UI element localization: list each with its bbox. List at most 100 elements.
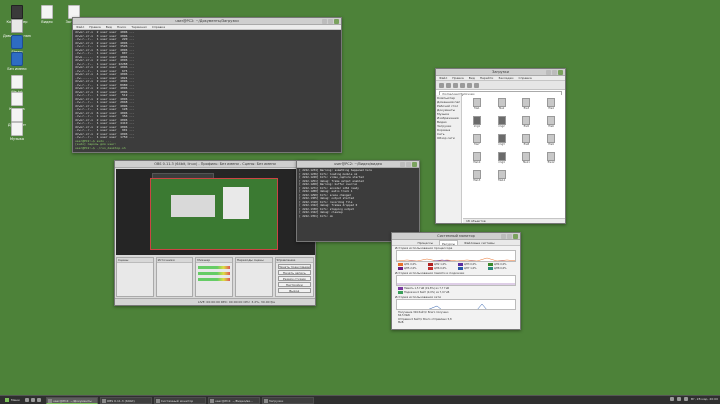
file-manager-launcher-icon[interactable] — [36, 398, 41, 402]
volume-meter[interactable] — [198, 266, 230, 269]
file-item[interactable]: file5 — [515, 115, 539, 132]
taskbar-task-button[interactable]: Системный монитор — [153, 396, 206, 404]
menu-item[interactable]: Вид — [469, 76, 475, 80]
fm-titlebar[interactable]: Загрузки — [436, 69, 565, 76]
file-item[interactable]: file12 — [539, 151, 563, 168]
sidebar-item[interactable]: Обзор сети — [437, 136, 460, 140]
menu-item[interactable]: Перейти — [480, 76, 494, 80]
sysmon-tab[interactable]: Процессы — [417, 240, 433, 245]
cpu-color-swatch[interactable] — [398, 267, 403, 270]
close-button[interactable] — [334, 19, 339, 24]
network-icon[interactable] — [669, 397, 674, 401]
computer-icon[interactable] — [474, 82, 479, 88]
start-menu-button[interactable]: Меню — [2, 397, 23, 404]
terminal-launcher-icon[interactable] — [30, 398, 35, 402]
cpu-color-swatch[interactable] — [398, 263, 403, 266]
terminal2-titlebar[interactable]: user@PC2: ~/Видео/видео — [297, 161, 419, 168]
menu-item[interactable]: Правка — [89, 25, 100, 29]
close-button[interactable] — [558, 70, 563, 75]
file-item[interactable]: file14 — [490, 169, 514, 186]
forward-icon[interactable] — [446, 82, 451, 88]
file-item[interactable]: file4 — [539, 97, 563, 114]
file-item[interactable]: img3 — [490, 133, 514, 150]
file-item[interactable]: file3 — [515, 97, 539, 114]
minimize-button[interactable] — [501, 234, 506, 239]
menu-item[interactable]: Поиск — [117, 25, 127, 29]
terminal2-window[interactable]: user@PC2: ~/Видео/видео [ 2222.1234] War… — [296, 160, 420, 242]
volume-meter[interactable] — [198, 278, 230, 281]
cpu-color-swatch[interactable] — [428, 263, 433, 266]
volume-icon[interactable] — [676, 397, 681, 401]
menu-item[interactable]: Справка — [152, 25, 165, 29]
desktop-icon[interactable]: Музыка — [3, 122, 31, 141]
obs-control-button[interactable]: Режим студии — [277, 276, 312, 281]
menu-item[interactable]: Правка — [452, 76, 463, 80]
obs-control-button[interactable]: Начать трансляцию — [277, 264, 312, 269]
file-item[interactable]: img4 — [490, 151, 514, 168]
taskbar-tasks: user@PC2: ~/Документы OBS 0.11.3 (64bit) С… — [45, 396, 314, 404]
file-name: file6 — [548, 125, 554, 128]
clock[interactable]: Вт, 28 мар, 20:00 — [691, 397, 718, 401]
cpu-color-swatch[interactable] — [458, 263, 463, 266]
maximize-button[interactable] — [552, 70, 557, 75]
home-icon[interactable] — [467, 82, 472, 88]
up-icon[interactable] — [453, 82, 458, 88]
show-desktop-icon[interactable] — [24, 398, 29, 402]
cpu-color-swatch[interactable] — [458, 267, 463, 270]
sysmon-tab[interactable]: Ресурсы — [439, 240, 459, 246]
menu-item[interactable]: Терминал — [131, 25, 147, 29]
obs-control-button[interactable]: Настройки — [277, 282, 312, 287]
cpu-color-swatch[interactable] — [488, 263, 493, 266]
minimize-button[interactable] — [546, 70, 551, 75]
cpu-color-swatch[interactable] — [488, 267, 493, 270]
obs-window[interactable]: OBS 0.11.3 (64bit, linux) - Профиль: Без… — [114, 160, 316, 306]
minimize-button[interactable] — [322, 19, 327, 24]
taskbar-task-button[interactable]: user@PC2: ~/Видео/ви... — [207, 396, 260, 404]
terminal-titlebar[interactable]: user@PC2: ~/Документы/Загрузки — [73, 18, 341, 25]
obs-control-button[interactable]: Начать запись — [277, 270, 312, 275]
menu-item[interactable]: Закладки — [498, 76, 513, 80]
close-button[interactable] — [412, 162, 417, 167]
maximize-button[interactable] — [507, 234, 512, 239]
taskbar-task-button[interactable]: Загрузки — [261, 396, 314, 404]
menu-item[interactable]: Файл — [76, 25, 84, 29]
terminal2-output[interactable]: [ 2222.1234] Warning: something happened… — [297, 168, 419, 241]
desktop-icon[interactable]: Видео — [33, 5, 61, 24]
keyboard-layout-icon[interactable] — [683, 397, 688, 401]
memory-color-swatch[interactable] — [398, 291, 403, 294]
terminal-output[interactable]: drwxr-xr-x 2 user user 4096 ... drwxr-xr-… — [73, 30, 341, 152]
menu-item[interactable]: Справка — [518, 76, 531, 80]
file-item[interactable]: file13 — [465, 169, 489, 186]
terminal-window[interactable]: user@PC2: ~/Документы/Загрузки Файл Правк… — [72, 17, 342, 153]
taskbar-task-button[interactable]: OBS 0.11.3 (64bit) — [99, 396, 152, 404]
taskbar-task-button[interactable]: user@PC2: ~/Документы — [45, 396, 98, 404]
back-icon[interactable] — [439, 82, 444, 88]
file-item[interactable]: file6 — [539, 115, 563, 132]
file-item[interactable]: file8 — [515, 133, 539, 150]
file-item[interactable]: img2 — [490, 115, 514, 132]
file-item[interactable]: img1 — [465, 115, 489, 132]
obs-titlebar[interactable]: OBS 0.11.3 (64bit, linux) - Профиль: Без… — [115, 161, 315, 168]
minimize-button[interactable] — [400, 162, 405, 167]
file-item[interactable]: file1 — [465, 97, 489, 114]
maximize-button[interactable] — [406, 162, 411, 167]
desktop-icon[interactable]: Без имени — [3, 52, 31, 71]
menu-item[interactable]: Файл — [439, 76, 447, 80]
sysmon-titlebar[interactable]: Системный монитор — [392, 233, 520, 240]
memory-color-swatch[interactable] — [398, 287, 403, 290]
file-item[interactable]: file9 — [539, 133, 563, 150]
file-manager-window[interactable]: Загрузки Файл Правка Вид Перейти Закладки Спр… — [435, 68, 566, 224]
file-item[interactable]: file7 — [465, 133, 489, 150]
file-item[interactable]: file10 — [465, 151, 489, 168]
volume-meter[interactable] — [198, 272, 230, 275]
cpu-color-swatch[interactable] — [428, 267, 433, 270]
file-item[interactable]: file11 — [515, 151, 539, 168]
close-button[interactable] — [513, 234, 518, 239]
file-item[interactable]: file2 — [490, 97, 514, 114]
maximize-button[interactable] — [328, 19, 333, 24]
system-monitor-window[interactable]: Системный монитор Процессы Ресурсы Файловы… — [391, 232, 521, 330]
reload-icon[interactable] — [460, 82, 465, 88]
sysmon-tab[interactable]: Файловые системы — [464, 240, 495, 245]
menu-item[interactable]: Вид — [106, 25, 112, 29]
obs-control-button[interactable]: Выход — [277, 288, 312, 293]
